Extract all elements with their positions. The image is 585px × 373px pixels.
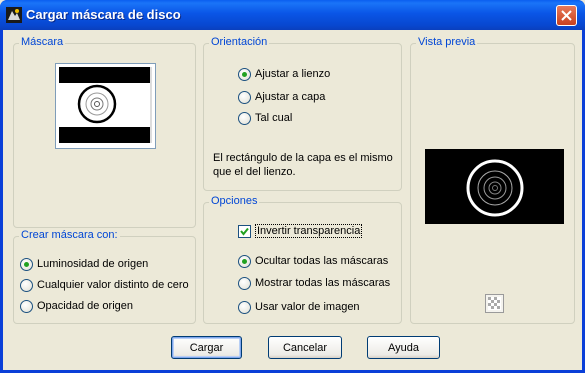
orientacion-group-title: Orientación bbox=[209, 36, 270, 48]
radio-button[interactable] bbox=[20, 299, 33, 313]
radio-usar-valor-imagen[interactable]: Usar valor de imagen bbox=[238, 300, 360, 314]
mask-thumbnail-image bbox=[59, 67, 152, 143]
radio-button[interactable] bbox=[238, 111, 251, 125]
checkbox-label: Invertir transparencia bbox=[255, 224, 363, 238]
vista-previa-group-title: Vista previa bbox=[416, 36, 478, 48]
radio-mostrar-mascaras[interactable]: Mostrar todas las máscaras bbox=[238, 276, 390, 290]
radio-button[interactable] bbox=[238, 67, 251, 81]
vista-previa-group: Vista previa bbox=[410, 36, 575, 324]
radio-label: Cualquier valor distinto de cero bbox=[37, 279, 189, 291]
radio-button[interactable] bbox=[238, 254, 251, 268]
radio-button[interactable] bbox=[238, 276, 251, 290]
dialog-client: Máscara Crear máscara con: Luminosidad d… bbox=[3, 30, 582, 370]
radio-label: Usar valor de imagen bbox=[255, 301, 360, 313]
radio-opacidad[interactable]: Opacidad de origen bbox=[20, 299, 133, 313]
radio-label: Ajustar a capa bbox=[255, 91, 326, 103]
radio-ajustar-lienzo[interactable]: Ajustar a lienzo bbox=[238, 67, 330, 81]
radio-label: Ocultar todas las máscaras bbox=[255, 255, 389, 267]
radio-button[interactable] bbox=[20, 278, 33, 292]
radio-label: Luminosidad de origen bbox=[37, 258, 149, 270]
close-icon bbox=[561, 10, 572, 21]
preview-disc-image bbox=[466, 159, 524, 217]
crear-mascara-group-title: Crear máscara con: bbox=[19, 229, 120, 241]
cancelar-button[interactable]: Cancelar bbox=[268, 336, 342, 359]
preview-toggle-button[interactable] bbox=[485, 294, 504, 313]
mask-thumbnail[interactable] bbox=[55, 63, 156, 149]
radio-luminosidad[interactable]: Luminosidad de origen bbox=[20, 257, 148, 271]
transparency-checker-icon bbox=[488, 297, 501, 310]
window-title: Cargar máscara de disco bbox=[26, 7, 181, 22]
opciones-group-title: Opciones bbox=[209, 195, 260, 207]
radio-button[interactable] bbox=[238, 300, 251, 314]
preview-image bbox=[425, 149, 564, 224]
radio-label: Opacidad de origen bbox=[37, 300, 134, 312]
radio-ajustar-capa[interactable]: Ajustar a capa bbox=[238, 90, 325, 104]
checkmark-icon bbox=[240, 227, 249, 236]
app-icon bbox=[6, 7, 22, 23]
mascara-group-title: Máscara bbox=[19, 36, 66, 48]
radio-label: Mostrar todas las máscaras bbox=[255, 277, 391, 289]
ayuda-button[interactable]: Ayuda bbox=[367, 336, 440, 359]
dialog-window: Cargar máscara de disco Máscara Crear má… bbox=[0, 0, 585, 373]
checkbox-invertir-transparencia[interactable]: Invertir transparencia bbox=[238, 224, 363, 238]
radio-cualquier-valor[interactable]: Cualquier valor distinto de cero bbox=[20, 278, 189, 292]
radio-label: Ajustar a lienzo bbox=[255, 68, 331, 80]
mascara-group: Máscara bbox=[13, 36, 196, 228]
orientacion-group: Orientación Ajustar a lienzo Ajustar a c… bbox=[203, 36, 402, 191]
title-bar[interactable]: Cargar máscara de disco bbox=[0, 0, 585, 30]
checkbox[interactable] bbox=[238, 224, 251, 238]
radio-tal-cual[interactable]: Tal cual bbox=[238, 111, 292, 125]
radio-label: Tal cual bbox=[255, 112, 293, 124]
opciones-group: Opciones Invertir transparencia Ocultar … bbox=[203, 195, 402, 324]
orientation-info-text: El rectángulo de la capa es el mismo que… bbox=[213, 152, 393, 178]
close-button[interactable] bbox=[556, 5, 577, 26]
radio-ocultar-mascaras[interactable]: Ocultar todas las máscaras bbox=[238, 254, 388, 268]
crear-mascara-group: Crear máscara con: Luminosidad de origen… bbox=[13, 229, 196, 324]
radio-button[interactable] bbox=[238, 90, 251, 104]
cargar-button[interactable]: Cargar bbox=[171, 336, 242, 359]
radio-button[interactable] bbox=[20, 257, 33, 271]
